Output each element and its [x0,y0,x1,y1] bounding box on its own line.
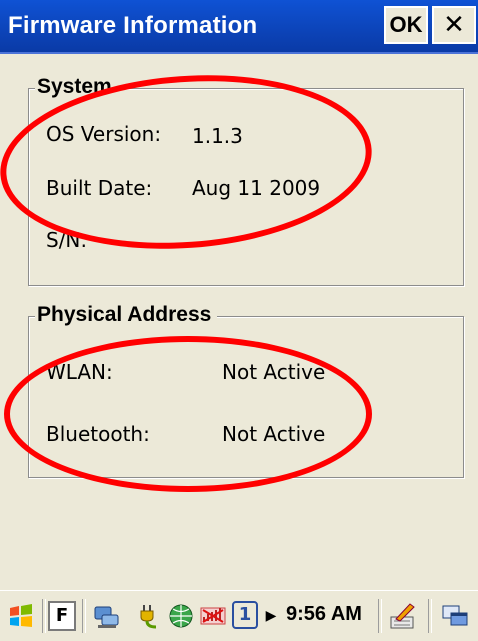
globe-icon[interactable] [166,601,196,631]
taskbar-separator [428,599,432,633]
serial-number-label: S/N: [46,228,88,252]
wlan-value: Not Active [222,360,326,384]
taskbar-separator [42,599,46,633]
taskbar: F 1 ▶ 9:56 AM [0,590,478,641]
network-icon[interactable] [92,601,122,631]
taskbar-separator [378,599,382,633]
os-version-label: OS Version: [46,122,162,146]
window-title: Firmware Information [8,12,258,39]
physical-address-group: Physical Address [28,303,464,478]
os-version-value: 1.1.3 [192,124,243,148]
desktop-icon[interactable] [440,601,470,631]
close-button[interactable]: ✕ [432,6,476,44]
system-group-title: System [35,75,118,99]
keyboard-pen-icon[interactable] [388,601,418,631]
power-plug-icon[interactable] [134,601,164,631]
physical-address-group-title: Physical Address [35,303,218,327]
input-method-label: F [55,605,69,626]
title-bar: Firmware Information OK ✕ [0,0,478,54]
clock[interactable]: 9:56 AM [286,603,362,626]
built-date-value: Aug 11 2009 [192,176,321,200]
input-method-icon[interactable]: F [48,601,76,631]
wlan-label: WLAN: [46,360,113,384]
ok-button[interactable]: OK [384,6,428,44]
tray-arrow-icon[interactable]: ▶ [262,601,280,631]
bluetooth-value: Not Active [222,422,326,446]
bluetooth-label: Bluetooth: [46,422,150,446]
profile-1-icon[interactable]: 1 [232,601,258,629]
built-date-label: Built Date: [46,176,153,200]
taskbar-separator [82,599,86,633]
windows-start-icon[interactable] [6,601,36,631]
signal-icon[interactable] [198,601,228,631]
